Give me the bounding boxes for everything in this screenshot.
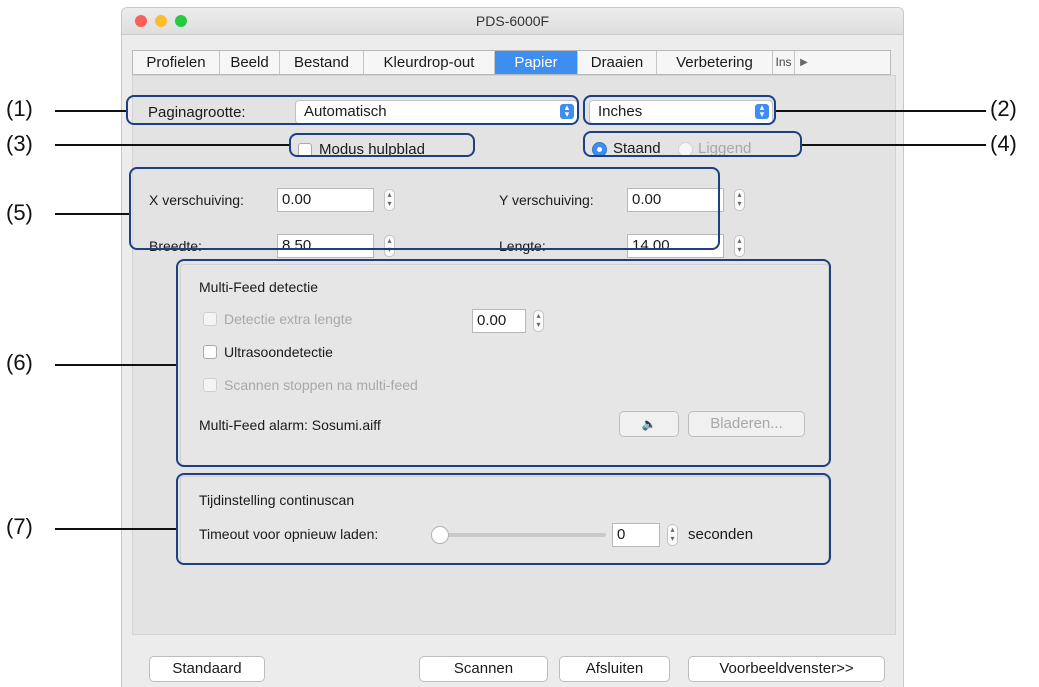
callout-2: (2) (990, 96, 1017, 121)
tab-bestand[interactable]: Bestand (280, 51, 364, 74)
callout-6: (6) (6, 350, 33, 375)
close-button[interactable]: Afsluiten (559, 656, 670, 682)
tab-bar: Profielen Beeld Bestand Kleurdrop-out Pa… (132, 50, 891, 75)
callout-5: (5) (6, 200, 33, 225)
highlight-page-size (126, 95, 579, 125)
callout-2-line (776, 110, 986, 112)
callout-7-line (55, 528, 176, 530)
callout-4-line (802, 144, 986, 146)
scan-button[interactable]: Scannen (419, 656, 548, 682)
callout-7: (7) (6, 514, 33, 539)
window-title: PDS-6000F (475, 13, 550, 29)
highlight-multifeed (176, 259, 831, 467)
tab-draaien[interactable]: Draaien (578, 51, 657, 74)
y-offset-stepper[interactable]: ▴ ▾ (734, 189, 745, 211)
highlight-carrier-mode (289, 133, 475, 157)
callout-3-line (55, 144, 289, 146)
highlight-orientation (583, 131, 802, 157)
callout-6-line (55, 364, 176, 366)
callout-1: (1) (6, 96, 33, 121)
tab-profielen[interactable]: Profielen (133, 51, 220, 74)
tab-ins[interactable]: Ins (773, 51, 795, 74)
callout-4: (4) (990, 131, 1017, 156)
tab-papier[interactable]: Papier (495, 51, 578, 74)
tab-verbetering[interactable]: Verbetering (657, 51, 773, 74)
preview-window-button[interactable]: Voorbeeldvenster>> (688, 656, 885, 682)
default-button[interactable]: Standaard (149, 656, 265, 682)
tab-kleurdrop-out[interactable]: Kleurdrop-out (364, 51, 495, 74)
title-bar: PDS-6000F (122, 8, 903, 35)
callout-3: (3) (6, 131, 33, 156)
tab-beeld[interactable]: Beeld (220, 51, 280, 74)
callout-5-line (55, 213, 129, 215)
tab-scroll-right-icon[interactable]: ▶ (795, 51, 813, 74)
highlight-unit (583, 95, 776, 125)
highlight-offsets-size (129, 167, 720, 250)
highlight-continuous-scan (176, 473, 831, 565)
callout-1-line (55, 110, 126, 112)
length-stepper[interactable]: ▴ ▾ (734, 235, 745, 257)
